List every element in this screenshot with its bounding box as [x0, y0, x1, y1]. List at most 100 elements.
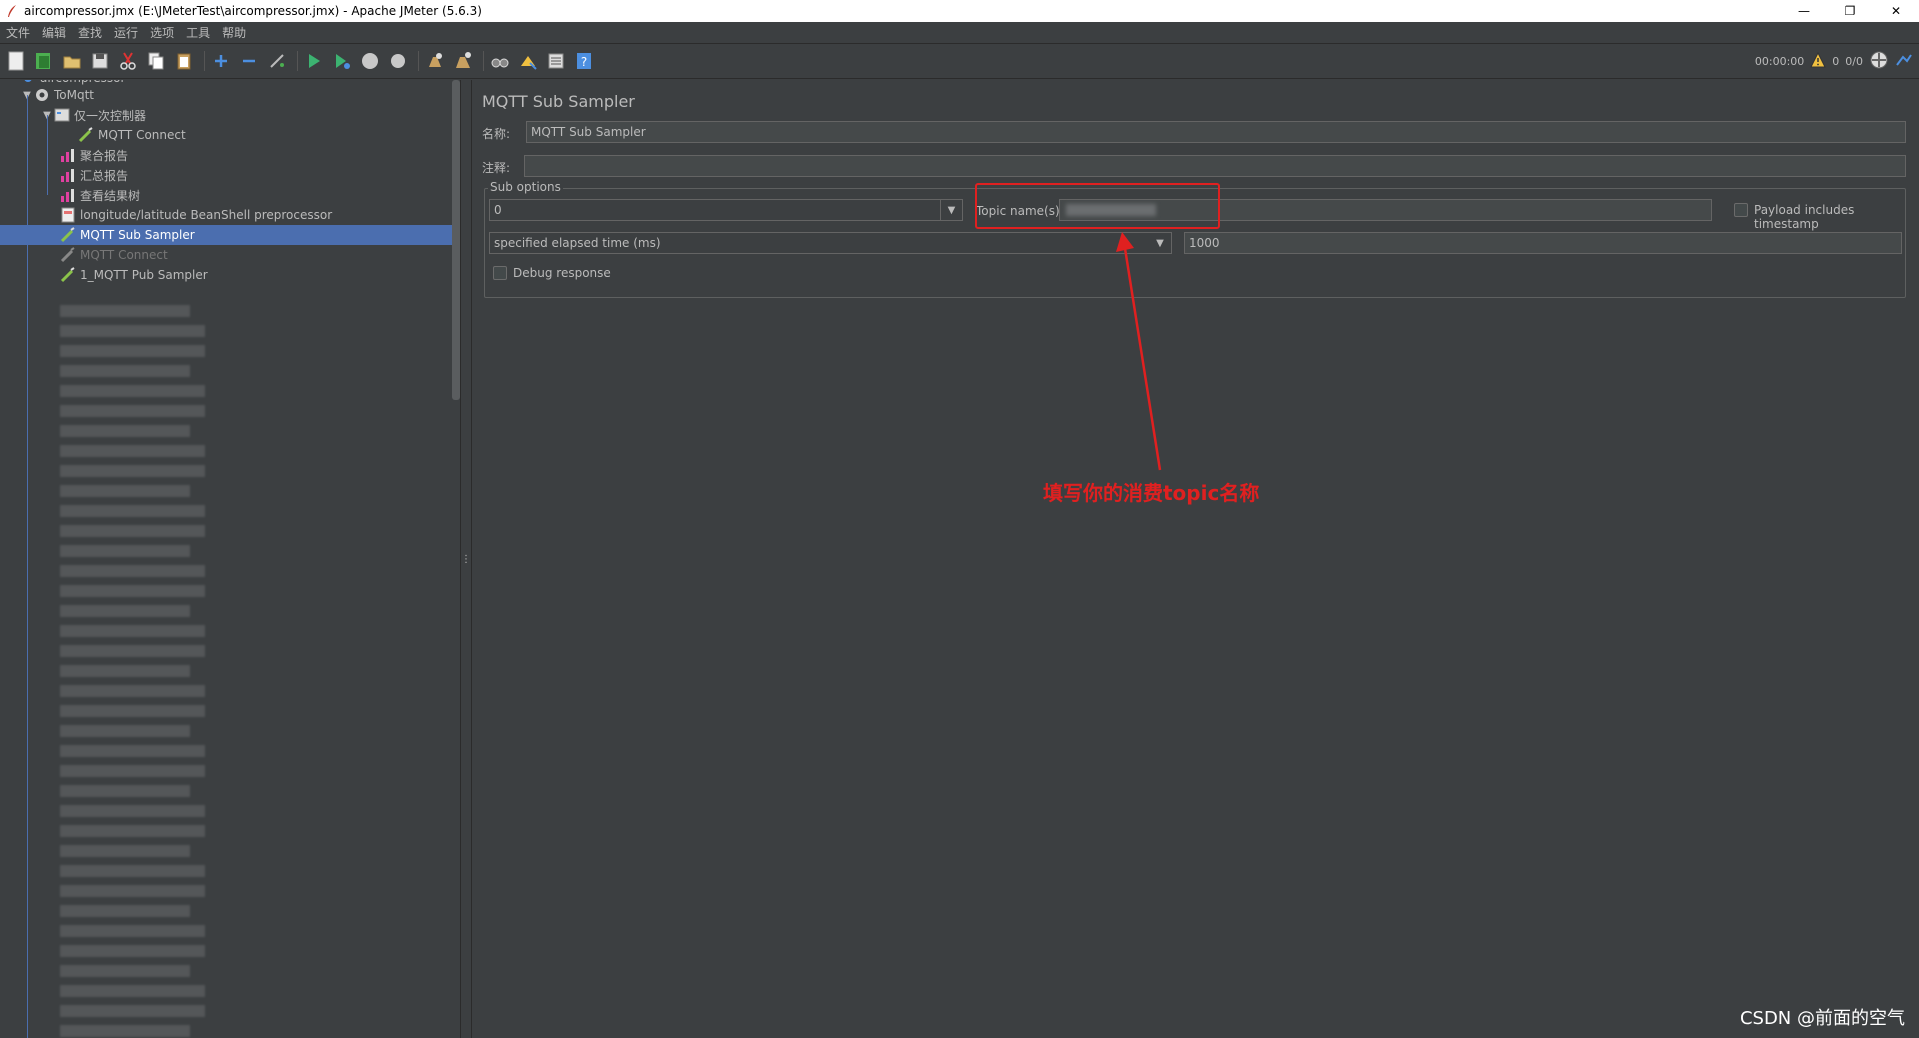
- help-icon[interactable]: ?: [572, 49, 596, 73]
- redacted-tree-row: [60, 645, 205, 657]
- chevron-down-icon[interactable]: ▼: [940, 200, 962, 220]
- shutdown-icon[interactable]: [386, 49, 410, 73]
- menu-tools[interactable]: 工具: [180, 24, 216, 41]
- redacted-tree-row: [60, 545, 190, 557]
- reset-search-icon[interactable]: [516, 49, 540, 73]
- sampler-editor-panel: MQTT Sub Sampler 名称: MQTT Sub Sampler 注释…: [472, 80, 1919, 1038]
- menu-search[interactable]: 查找: [72, 24, 108, 41]
- payload-timestamp-checkbox[interactable]: [1734, 203, 1748, 217]
- tree-item-mqtt-connect-disabled[interactable]: MQTT Connect: [0, 245, 452, 265]
- sample-on-value: specified elapsed time (ms): [494, 236, 661, 250]
- report-chart-icon: [60, 187, 76, 203]
- name-field[interactable]: MQTT Sub Sampler: [526, 121, 1906, 143]
- tree-item-label: longitude/latitude BeanShell preprocesso…: [80, 208, 333, 222]
- redacted-tree-row: [60, 885, 205, 897]
- redacted-tree-row: [60, 785, 190, 797]
- redacted-tree-row: [60, 585, 205, 597]
- tree-item-view-results-tree[interactable]: 查看结果树: [0, 185, 452, 205]
- tree-item-label: MQTT Sub Sampler: [80, 228, 195, 242]
- redacted-tree-row: [60, 625, 205, 637]
- tree-scrollbar[interactable]: [452, 80, 460, 400]
- menu-bar: 文件 编辑 查找 运行 选项 工具 帮助: [0, 22, 1919, 44]
- collapse-all-icon[interactable]: [237, 49, 261, 73]
- redacted-tree-row: [60, 485, 190, 497]
- tree-item-aggregate-report[interactable]: 聚合报告: [0, 145, 452, 165]
- close-button[interactable]: ✕: [1873, 0, 1919, 22]
- cut-icon[interactable]: [116, 49, 140, 73]
- redacted-tree-row: [60, 525, 205, 537]
- sampler-pipette-icon: [78, 127, 94, 143]
- start-icon[interactable]: [302, 49, 326, 73]
- jmeter-feather-icon: [4, 3, 20, 19]
- redacted-tree-row: [60, 965, 190, 977]
- comment-label: 注释:: [482, 161, 511, 175]
- sample-on-select[interactable]: specified elapsed time (ms) ▼: [489, 232, 1172, 254]
- debug-response-checkbox[interactable]: [493, 266, 507, 280]
- save-icon[interactable]: [88, 49, 112, 73]
- menu-file[interactable]: 文件: [0, 24, 36, 41]
- tree-item-label: MQTT Connect: [80, 248, 168, 262]
- sampler-pipette-icon: [60, 247, 76, 263]
- menu-run[interactable]: 运行: [108, 24, 144, 41]
- tree-item-beanshell-preprocessor[interactable]: longitude/latitude BeanShell preprocesso…: [0, 205, 452, 225]
- tree-item-mqtt-pub-sampler[interactable]: 1_MQTT Pub Sampler: [0, 265, 452, 285]
- warning-icon[interactable]: [1810, 51, 1827, 71]
- copy-icon[interactable]: [144, 49, 168, 73]
- name-label: 名称:: [482, 127, 511, 141]
- split-pane-divider[interactable]: ⋮: [460, 80, 472, 1038]
- elapsed-time-field[interactable]: 1000: [1184, 232, 1902, 254]
- elapsed-timer: 00:00:00: [1754, 55, 1805, 68]
- sampler-pipette-icon: [60, 227, 76, 243]
- log-viewer-icon[interactable]: [1895, 51, 1913, 72]
- redacted-tree-row: [60, 605, 190, 617]
- comment-field[interactable]: [524, 155, 1906, 177]
- tree-item-summary-report[interactable]: 汇总报告: [0, 165, 452, 185]
- new-file-icon[interactable]: [4, 49, 28, 73]
- redacted-tree-row: [60, 305, 190, 317]
- tree-guide-line: [47, 115, 48, 195]
- redacted-tree-row: [60, 465, 205, 477]
- open-folder-icon[interactable]: [60, 49, 84, 73]
- redacted-tree-row: [60, 365, 190, 377]
- tree-item-mqtt-sub-sampler[interactable]: MQTT Sub Sampler: [0, 225, 452, 245]
- minimize-button[interactable]: —: [1781, 0, 1827, 22]
- clear-icon[interactable]: [423, 49, 447, 73]
- redacted-tree-row: [60, 925, 205, 937]
- stop-icon[interactable]: [358, 49, 382, 73]
- redacted-tree-row: [60, 865, 205, 877]
- restore-button[interactable]: ❐: [1827, 0, 1873, 22]
- test-plan-tree[interactable]: aircompressor ▼ ToMqtt ▼ 仅一次控制器 MQTT Con…: [0, 80, 452, 1038]
- start-no-pause-icon[interactable]: [330, 49, 354, 73]
- tree-item-label: 查看结果树: [80, 188, 141, 203]
- search-binoculars-icon[interactable]: [488, 49, 512, 73]
- redacted-tree-row: [60, 725, 190, 737]
- tree-item-thread-group[interactable]: ▼ ToMqtt: [0, 85, 452, 105]
- function-helper-icon[interactable]: [544, 49, 568, 73]
- paste-icon[interactable]: [172, 49, 196, 73]
- redacted-tree-row: [60, 405, 205, 417]
- redacted-tree-row: [60, 425, 190, 437]
- report-chart-icon: [60, 167, 76, 183]
- toolbar-separator: [297, 51, 298, 71]
- templates-icon[interactable]: [32, 49, 56, 73]
- redacted-tree-row: [60, 705, 205, 717]
- redacted-tree-row: [60, 505, 205, 517]
- expand-all-icon[interactable]: [209, 49, 233, 73]
- tree-item-mqtt-connect[interactable]: MQTT Connect: [0, 125, 452, 145]
- toggle-icon[interactable]: [265, 49, 289, 73]
- menu-options[interactable]: 选项: [144, 24, 180, 41]
- remote-status-icon: [1869, 50, 1889, 73]
- redacted-tree-row: [60, 665, 190, 677]
- tree-item-once-only-controller[interactable]: ▼ 仅一次控制器: [0, 105, 452, 125]
- window-title: aircompressor.jmx (E:\JMeterTest\aircomp…: [24, 4, 482, 18]
- menu-edit[interactable]: 编辑: [36, 24, 72, 41]
- redacted-tree-row: [60, 445, 205, 457]
- annotation-arrow: [1116, 232, 1162, 471]
- qos-select[interactable]: 0 ▼: [489, 199, 963, 221]
- menu-help[interactable]: 帮助: [216, 24, 252, 41]
- clear-all-icon[interactable]: [451, 49, 475, 73]
- svg-text:?: ?: [581, 55, 587, 69]
- tree-guide-line: [27, 95, 28, 1038]
- redacted-tree-row: [60, 765, 205, 777]
- redacted-tree-row: [60, 325, 205, 337]
